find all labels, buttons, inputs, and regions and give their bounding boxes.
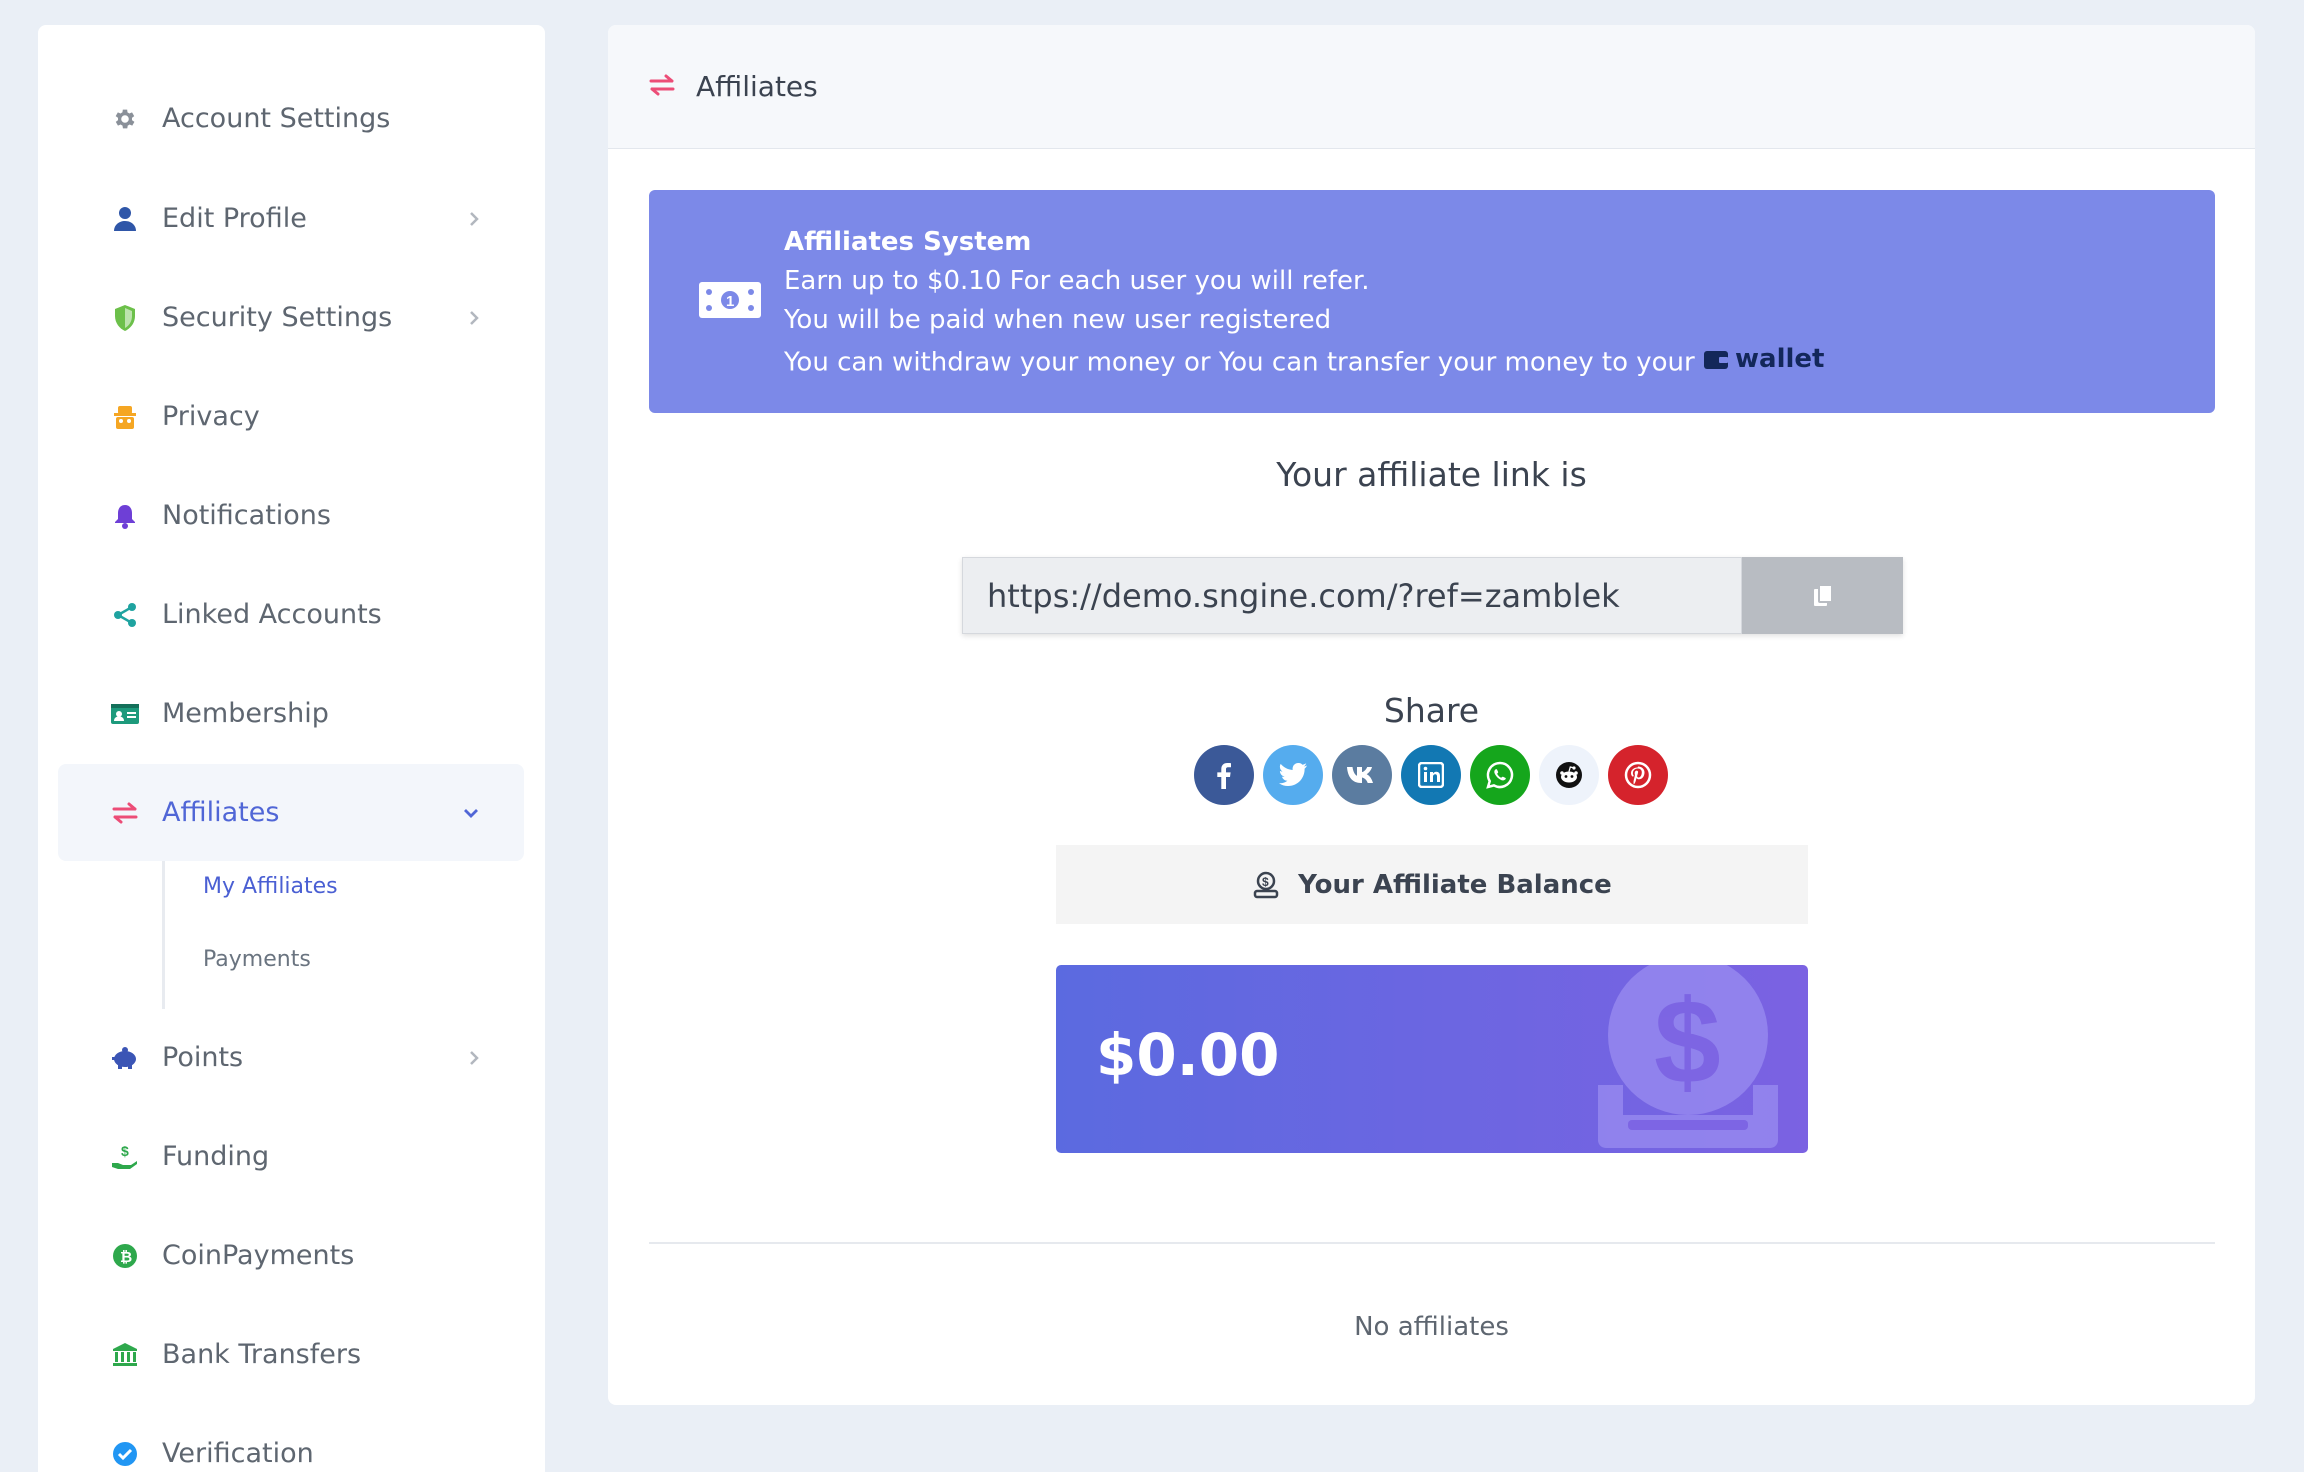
alert-line: You can withdraw your money or You can t… [784,340,1824,383]
sidebar-item-label: Bank Transfers [162,1339,362,1370]
twitter-icon [1279,762,1307,786]
svg-text:$: $ [1262,875,1269,889]
vk-icon [1347,767,1373,783]
share-buttons [1194,745,1668,805]
share-vk-button[interactable] [1332,745,1392,805]
share-title: Share [1383,691,1480,730]
user-icon [110,204,140,234]
sidebar-item-label: CoinPayments [162,1240,355,1271]
sidebar-item-label: Account Settings [162,103,391,134]
page-title: Affiliates [696,70,818,103]
whatsapp-icon [1486,761,1514,789]
exchange-icon [648,73,676,101]
chevron-down-icon [462,807,480,819]
svg-text:$: $ [121,1143,129,1159]
facebook-icon [1217,763,1231,789]
sidebar-item-label: Privacy [162,401,260,432]
privacy-icon [110,402,140,432]
sidebar-item-linked-accounts[interactable]: Linked Accounts [58,566,524,663]
wallet-link[interactable]: wallet [1703,340,1824,379]
dollar-coin-icon: $ [1588,965,1788,1153]
affiliate-balance-card: $0.00 $ [1056,965,1808,1153]
subitem-my-affiliates[interactable]: My Affiliates [203,874,338,899]
money-bill-icon: 1 [697,280,763,324]
sidebar-item-label: Security Settings [162,302,393,333]
linkedin-icon [1418,762,1444,788]
sidebar-item-label: Verification [162,1438,314,1469]
submenu-line [162,861,165,1009]
sidebar-item-privacy[interactable]: Privacy [58,368,524,465]
sidebar-item-label: Linked Accounts [162,599,382,630]
sidebar-item-notifications[interactable]: Notifications [58,467,524,564]
reddit-icon [1556,762,1582,788]
alert-line: You will be paid when new user registere… [784,305,1332,335]
subitem-payments[interactable]: Payments [203,947,311,972]
sidebar-item-label: Points [162,1042,244,1073]
hand-money-icon: $ [110,1142,140,1172]
id-card-icon [110,699,140,729]
sidebar-item-label: Edit Profile [162,203,307,234]
svg-text:₿: ₿ [120,1249,132,1266]
sidebar-item-account-settings[interactable]: Account Settings [58,70,524,167]
copy-link-button[interactable] [1742,557,1903,634]
chevron-right-icon [468,1049,480,1067]
sidebar-item-bank-transfers[interactable]: Bank Transfers [58,1306,524,1403]
sidebar-item-label: Membership [162,698,329,729]
pinterest-icon [1624,761,1652,789]
bank-icon [110,1340,140,1370]
sidebar-item-funding[interactable]: $ Funding [58,1108,524,1205]
sidebar-item-security-settings[interactable]: Security Settings [58,269,524,366]
share-whatsapp-button[interactable] [1470,745,1530,805]
sidebar-item-affiliates[interactable]: Affiliates [58,764,524,861]
affiliates-info-alert: 1 Affiliates System Earn up to $0.10 For… [649,190,2215,413]
share-facebook-button[interactable] [1194,745,1254,805]
money-hand-icon: $ [1253,871,1279,898]
divider [649,1242,2215,1244]
wallet-link-label: wallet [1735,344,1825,374]
sidebar-item-label: Affiliates [162,797,280,828]
affiliates-panel: Affiliates 1 Affiliates System Earn up t… [608,25,2255,1405]
share-pinterest-button[interactable] [1608,745,1668,805]
sidebar-item-edit-profile[interactable]: Edit Profile [58,170,524,267]
piggy-bank-icon [110,1043,140,1073]
bitcoin-icon: ₿ [110,1241,140,1271]
sidebar-item-verification[interactable]: Verification [58,1405,524,1472]
wallet-icon [1704,350,1728,369]
sidebar-item-coinpayments[interactable]: ₿ CoinPayments [58,1207,524,1304]
sidebar-item-label: Notifications [162,500,331,531]
balance-amount: $0.00 [1096,1021,1280,1089]
share-reddit-button[interactable] [1539,745,1599,805]
share-twitter-button[interactable] [1263,745,1323,805]
alert-heading: Affiliates System [784,227,1032,257]
exchange-icon [110,798,140,828]
shield-icon [110,303,140,333]
sidebar-item-label: Funding [162,1141,270,1172]
bell-icon [110,501,140,531]
share-linkedin-button[interactable] [1401,745,1461,805]
affiliate-link-title: Your affiliate link is [1276,455,1587,494]
affiliate-link-input[interactable] [962,557,1742,634]
affiliates-empty-state: No affiliates [1354,1312,1509,1342]
svg-text:1: 1 [726,293,734,310]
alert-line-text: You can withdraw your money or You can t… [784,347,1695,378]
sidebar-item-membership[interactable]: Membership [58,665,524,762]
svg-text:$: $ [1654,975,1721,1109]
chevron-right-icon [468,210,480,228]
affiliate-link-group [962,557,1903,634]
gear-icon [110,104,140,134]
panel-header: Affiliates [608,25,2255,149]
chevron-right-icon [468,309,480,327]
affiliate-balance-label: $ Your Affiliate Balance [1056,845,1808,924]
sidebar-item-points[interactable]: Points [58,1009,524,1106]
copy-icon [1813,583,1833,606]
share-nodes-icon [110,600,140,630]
affiliate-balance-text: Your Affiliate Balance [1298,869,1612,900]
check-circle-icon [110,1439,140,1469]
alert-line: Earn up to $0.10 For each user you will … [784,266,1370,296]
settings-sidebar: Account Settings Edit Profile Security S… [38,25,545,1472]
